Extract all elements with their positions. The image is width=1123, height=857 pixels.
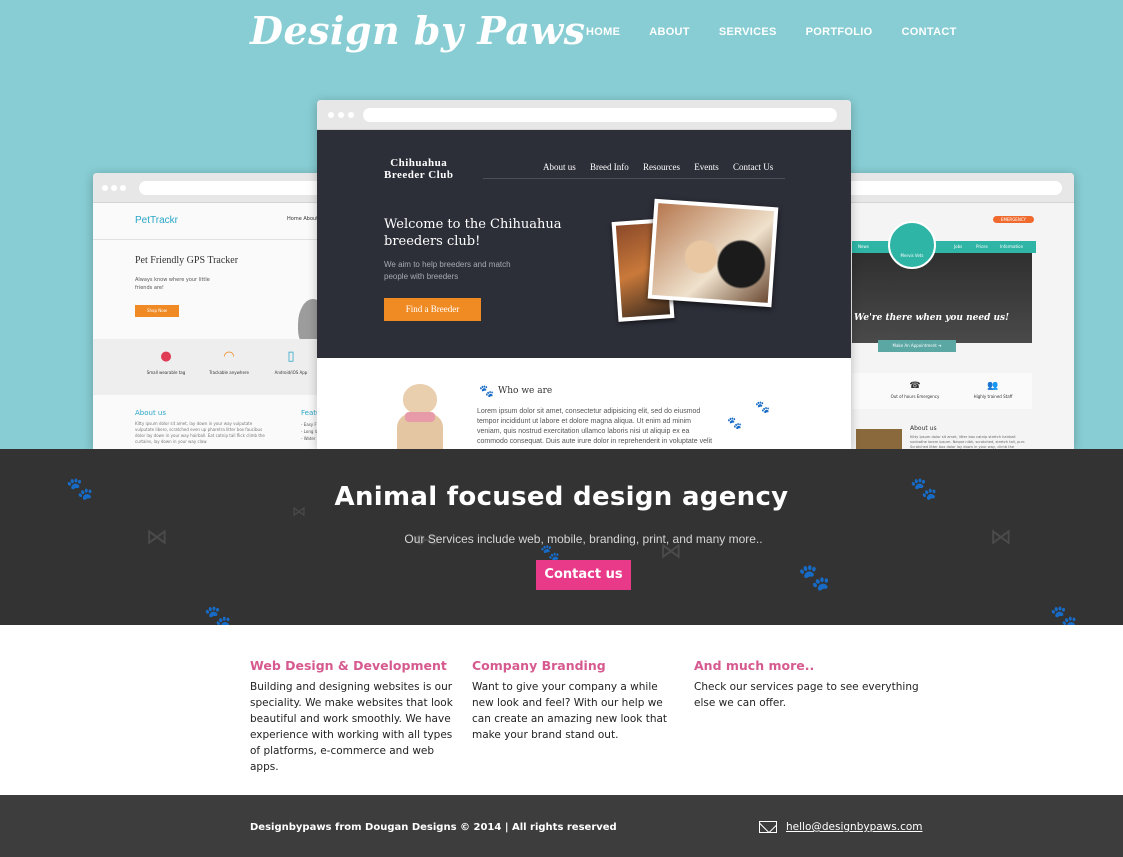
- vets-appointment-button: Make An Appointment ➔: [878, 340, 956, 352]
- envelope-icon: [759, 821, 777, 833]
- service-text: Want to give your company a while new lo…: [472, 681, 668, 741]
- footer: Designbypaws from Dougan Designs © 2014 …: [0, 795, 1123, 857]
- pettrackr-shop-button: Shop Now: [135, 305, 179, 317]
- vets-about-title: About us: [910, 425, 937, 432]
- paw-icon: 🐾: [798, 563, 831, 593]
- browser-chrome: [820, 173, 1074, 203]
- who-we-are-text: Lorem ipsum dolor sit amet, consectetur …: [477, 408, 713, 449]
- chihuahua-image: [387, 378, 453, 449]
- service-title: Web Design & Development: [250, 658, 447, 673]
- copyright-text: Designbypaws from Dougan Designs © 2014 …: [250, 822, 617, 833]
- dog-photo: [856, 429, 902, 449]
- wifi-icon: ◠: [223, 349, 235, 364]
- vets-feature: ☎ Out of hours Emergency: [880, 381, 950, 399]
- pettrackr-feature: ◠ Trackable anywhere: [194, 349, 264, 375]
- portfolio-mockup-chihuahua: Chihuahua Breeder Club About us Breed In…: [317, 100, 851, 449]
- pettrackr-feature: ● Small wearable tag: [131, 349, 201, 375]
- address-bar: [830, 181, 1062, 195]
- service-text: Check our services page to see everythin…: [694, 681, 919, 709]
- pettrackr-features-list: - Easy F - Long la - Water: [301, 422, 319, 441]
- main-nav: HOME ABOUT SERVICES PORTFOLIO CONTACT: [586, 26, 986, 38]
- window-dot-icon: [120, 185, 126, 191]
- paw-icon: 🐾: [204, 605, 232, 626]
- service-web-design: Web Design & Development Building and de…: [250, 658, 455, 775]
- site-logo[interactable]: Design by Paws: [250, 8, 586, 53]
- vets-tagline: We're there when you need us!: [854, 313, 1010, 323]
- email-link[interactable]: hello@designbypaws.com: [786, 821, 923, 833]
- pettrackr-nav: Home About: [287, 216, 319, 222]
- vets-hero-image: [852, 253, 1032, 343]
- window-dot-icon: [348, 112, 354, 118]
- who-we-are-title: Who we are: [498, 386, 553, 396]
- nav-portfolio[interactable]: PORTFOLIO: [806, 26, 873, 38]
- service-text: Building and designing websites is our s…: [250, 681, 453, 773]
- pettrackr-feature: ▯ Android/iOS App: [256, 349, 326, 375]
- paw-icon: 🐾: [727, 416, 742, 430]
- address-bar: [363, 108, 837, 122]
- chihuahua-nav: About us Breed Info Resources Events Con…: [543, 162, 774, 172]
- hero-section: Design by Paws HOME ABOUT SERVICES PORTF…: [0, 0, 1123, 449]
- nav-contact[interactable]: CONTACT: [902, 26, 957, 38]
- band-text: Our Services include web, mobile, brandi…: [404, 532, 763, 546]
- find-breeder-button: Find a Breeder: [384, 298, 481, 321]
- vets-logo-badge: Mervis Vets: [888, 221, 936, 269]
- pettrackr-text: Always know where your little friends ar…: [135, 277, 210, 291]
- contact-us-button[interactable]: Contact us: [536, 560, 631, 590]
- band-heading: Animal focused design agency: [334, 482, 789, 512]
- paw-icon: 🐾: [479, 384, 494, 398]
- nav-services[interactable]: SERVICES: [719, 26, 777, 38]
- nav-about[interactable]: ABOUT: [649, 26, 690, 38]
- service-title: Company Branding: [472, 658, 606, 673]
- vets-nav: News Jobs Prices Information: [852, 241, 1036, 253]
- service-branding: Company Branding Want to give your compa…: [472, 658, 677, 743]
- vets-about-text: Kitty ipsum dolor sit amet, litter box c…: [910, 435, 1026, 449]
- divider: [483, 178, 785, 179]
- window-dot-icon: [328, 112, 334, 118]
- chihuahua-logo: Chihuahua Breeder Club: [384, 157, 454, 181]
- portfolio-mockup-vets: EMERGENCY News Jobs Prices Information M…: [820, 173, 1074, 449]
- paw-icon: 🐾: [1050, 605, 1078, 626]
- phone-icon: ▯: [287, 349, 295, 364]
- people-icon: 👥: [987, 381, 999, 391]
- services-section: Web Design & Development Building and de…: [0, 625, 1123, 795]
- dog-photo: [647, 198, 779, 308]
- pettrackr-logo: PetTrackr: [135, 215, 178, 226]
- tag-icon: ●: [160, 349, 172, 364]
- window-dot-icon: [111, 185, 117, 191]
- agency-band: 🐾 ⋈ ⋈ 🐾 ⚯ 🐾 ⋈ 🐾 🐾 ⋈ 🐾 Animal focused des…: [0, 449, 1123, 625]
- nav-home[interactable]: HOME: [586, 26, 620, 38]
- telephone-icon: ☎: [909, 381, 921, 391]
- emergency-badge: EMERGENCY: [992, 216, 1034, 223]
- window-dot-icon: [102, 185, 108, 191]
- window-dot-icon: [338, 112, 344, 118]
- service-title: And much more..: [694, 658, 815, 673]
- chihuahua-heading: Welcome to the Chihuahua breeders club!: [384, 217, 562, 249]
- service-more: And much more.. Check our services page …: [694, 658, 919, 711]
- paw-icon: 🐾: [755, 400, 770, 414]
- pettrackr-heading: Pet Friendly GPS Tracker: [135, 255, 239, 266]
- paw-icon: 🐾: [540, 543, 560, 562]
- browser-chrome: [317, 100, 851, 130]
- chihuahua-text: We aim to help breeders and match people…: [384, 260, 511, 281]
- pettrackr-about-text: Kitty ipsum dolor sit amet, lay down in …: [135, 421, 265, 444]
- vets-feature: 👥 Highly trained Staff: [958, 381, 1028, 399]
- footer-email: hello@designbypaws.com: [759, 821, 923, 833]
- pettrackr-about-title: About us: [135, 409, 167, 417]
